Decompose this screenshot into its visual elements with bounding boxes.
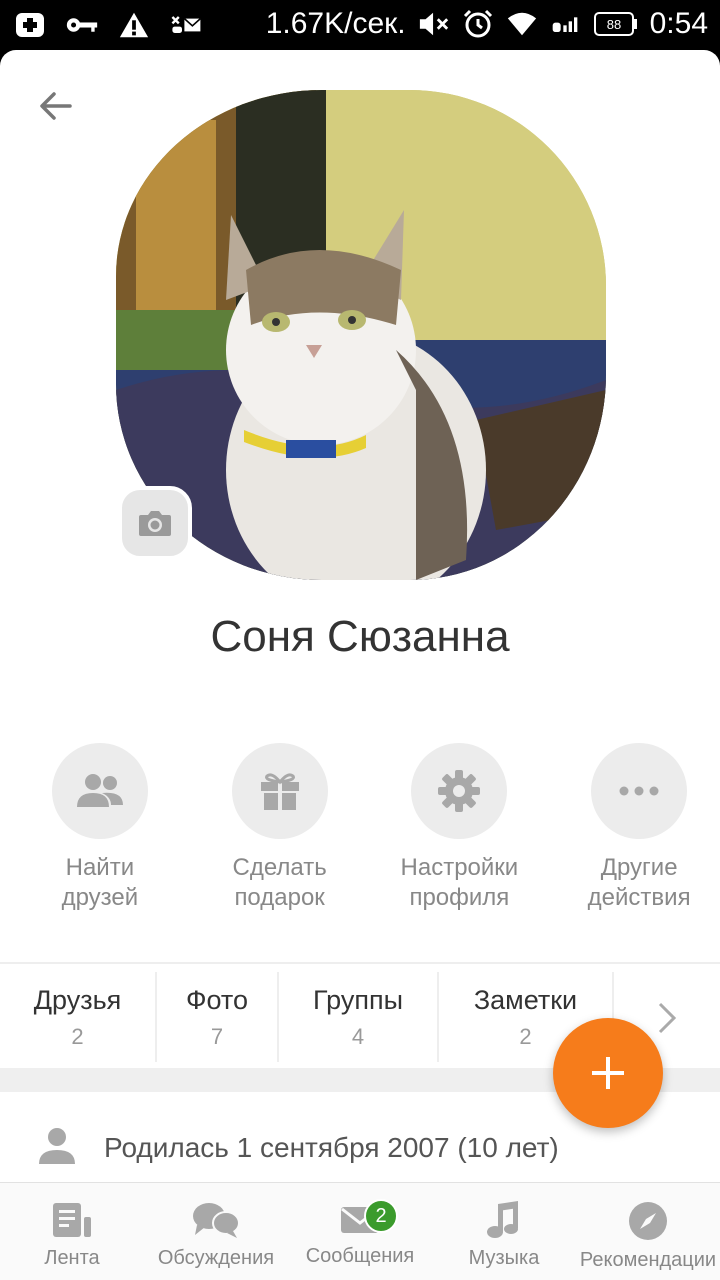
feed-icon <box>53 1203 91 1237</box>
tabs-scroll-button[interactable] <box>654 998 680 1038</box>
gear-icon <box>438 770 481 812</box>
camera-icon <box>139 511 171 536</box>
profile-actions: Найти друзей Сделать подарок Настройки п… <box>0 743 720 913</box>
clock: 0:54 <box>649 7 708 40</box>
profile-settings-action[interactable]: Настройки профиля <box>379 743 541 913</box>
music-icon <box>487 1201 518 1238</box>
plus-box-icon <box>14 10 46 40</box>
status-bar: 1.67K/сек. 88 0:54 <box>0 0 720 50</box>
action-label: Найти друзей <box>61 854 139 911</box>
nav-music[interactable]: Музыка <box>432 1183 576 1280</box>
profile-sheet: Соня Сюзанна Найти друзей Сделать подаро… <box>0 50 720 1280</box>
action-label: Сделать подарок <box>232 854 327 911</box>
add-content-button[interactable] <box>553 1018 663 1128</box>
back-button[interactable] <box>36 86 76 126</box>
nav-discussions[interactable]: Обсуждения <box>144 1183 288 1280</box>
wifi-icon <box>506 9 538 39</box>
action-label: Другие действия <box>587 854 691 911</box>
tab-count: 2 <box>519 1023 532 1049</box>
tab-count: 2 <box>71 1023 84 1049</box>
nav-label: Лента <box>44 1247 100 1269</box>
find-friends-action[interactable]: Найти друзей <box>19 743 181 913</box>
nav-feed[interactable]: Лента <box>0 1183 144 1280</box>
alarm-icon <box>462 9 494 39</box>
plus-icon <box>592 1057 624 1089</box>
messages-badge: 2 <box>364 1199 398 1233</box>
people-icon <box>76 774 123 807</box>
compass-icon <box>629 1202 667 1240</box>
arrow-left-icon <box>40 92 72 120</box>
send-gift-action[interactable]: Сделать подарок <box>199 743 361 913</box>
tab-label: Фото <box>185 984 249 1015</box>
profile-name: Соня Сюзанна <box>210 612 510 661</box>
nav-label: Музыка <box>468 1247 540 1269</box>
nav-label: Рекомендации <box>579 1249 717 1271</box>
nav-messages[interactable]: 2 Сообщения <box>288 1183 432 1280</box>
nav-label: Сообщения <box>305 1245 415 1267</box>
tab-photos[interactable]: Фото 7 <box>157 972 279 1062</box>
tab-friends[interactable]: Друзья 2 <box>0 972 157 1062</box>
mute-icon <box>418 9 450 39</box>
signal-icon <box>550 9 582 39</box>
tab-label: Группы <box>313 984 403 1015</box>
svg-text:88: 88 <box>606 17 620 32</box>
tab-count: 7 <box>210 1023 224 1049</box>
change-photo-button[interactable] <box>118 486 192 560</box>
tab-count: 4 <box>351 1023 365 1049</box>
tab-label: Друзья <box>33 984 122 1015</box>
more-actions-action[interactable]: Другие действия <box>558 743 720 913</box>
gift-icon <box>260 773 299 810</box>
nav-recommendations[interactable]: Рекомендации <box>576 1183 720 1280</box>
tab-label: Заметки <box>473 984 578 1015</box>
battery-icon: 88 <box>593 9 638 39</box>
tab-groups[interactable]: Группы 4 <box>279 972 439 1062</box>
chevron-right-icon <box>658 1002 677 1034</box>
bottom-nav: Лента Обсуждения 2 Сообщения Музыка Реко… <box>0 1182 720 1280</box>
more-icon <box>619 786 659 796</box>
nav-label: Обсуждения <box>157 1247 275 1269</box>
key-icon <box>66 10 98 40</box>
net-speed: 1.67K/сек. <box>265 7 406 40</box>
action-label: Настройки профиля <box>400 854 519 911</box>
missed-call-icon <box>170 10 202 40</box>
discussions-icon <box>193 1203 240 1238</box>
person-icon <box>38 1126 76 1171</box>
birthday-text: Родилась 1 сентября 2007 (10 лет) <box>104 1132 559 1163</box>
warning-icon <box>118 10 150 40</box>
